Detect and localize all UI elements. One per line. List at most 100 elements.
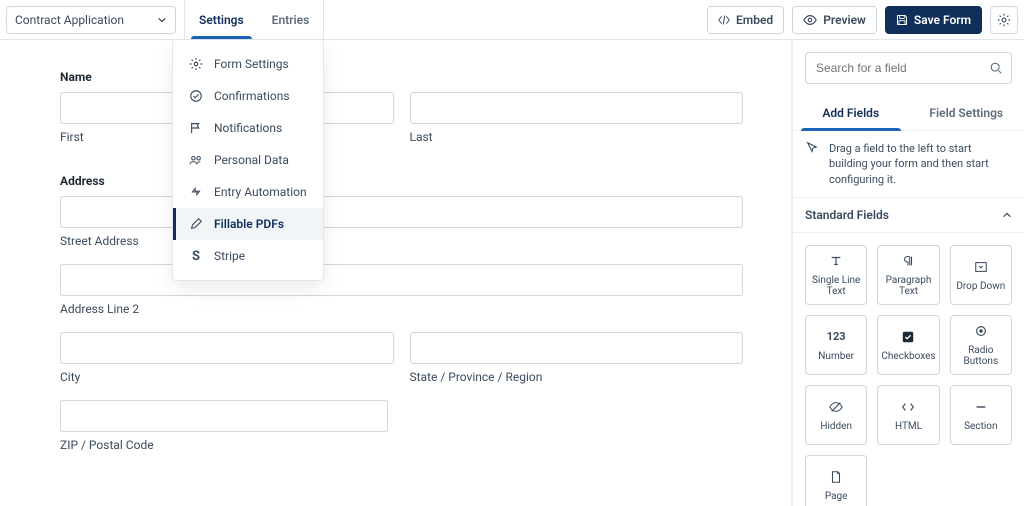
form-select[interactable]: Contract Application [6,6,176,34]
search-icon [989,61,1003,75]
menu-item-personal-data[interactable]: Personal Data [173,144,323,176]
field-grid: Single Line Text Paragraph Text Drop Dow… [793,233,1024,506]
code-icon [718,14,730,26]
tab-label: Entries [272,13,310,27]
tab-label: Add Fields [822,106,879,120]
field-label: Checkboxes [881,351,935,362]
field-page[interactable]: Page [805,455,867,506]
field-label: Name [60,70,743,84]
menu-item-label: Personal Data [214,153,289,167]
section-label: Standard Fields [805,208,889,222]
menu-item-fillable-pdfs[interactable]: Fillable PDFs [173,208,323,240]
menu-item-label: Stripe [214,249,245,263]
field-label: Radio Buttons [951,345,1011,367]
right-panel: Add Fields Field Settings Drag a field t… [792,40,1024,506]
stripe-icon: S [188,248,204,264]
state-input[interactable] [410,332,744,364]
radio-icon [973,323,989,339]
menu-item-entry-automation[interactable]: Entry Automation [173,176,323,208]
field-drop-down[interactable]: Drop Down [950,245,1012,305]
field-label: Number [818,351,854,362]
gear-icon [188,56,204,72]
zip-input[interactable] [60,400,388,432]
field-hidden[interactable]: Hidden [805,385,867,445]
chevron-up-icon [1002,210,1012,220]
menu-item-label: Notifications [214,121,282,135]
hint-text: Drag a field to the left to start buildi… [829,141,1012,187]
street-address-input[interactable] [60,196,743,228]
search-input[interactable] [814,60,989,76]
city-input[interactable] [60,332,394,364]
menu-item-form-settings[interactable]: Form Settings [173,48,323,80]
field-radio-buttons[interactable]: Radio Buttons [950,315,1012,375]
minus-icon [973,399,989,415]
flag-icon [188,120,204,136]
menu-item-confirmations[interactable]: Confirmations [173,80,323,112]
embed-button[interactable]: Embed [707,6,784,34]
form-canvas: Name First Last Address Street Address A… [0,40,792,506]
cursor-icon [805,141,819,187]
field-label: Drop Down [956,281,1005,292]
field-address: Address Street Address Address Line 2 Ci… [60,174,743,452]
right-panel-tabs: Add Fields Field Settings [793,96,1024,131]
dropdown-icon [973,259,989,275]
sublabel-line2: Address Line 2 [60,302,743,316]
field-section[interactable]: Section [950,385,1012,445]
button-label: Preview [823,13,866,27]
code-icon [900,399,916,415]
form-options-button[interactable] [990,6,1018,34]
tab-field-settings[interactable]: Field Settings [909,96,1024,130]
save-icon [896,14,908,26]
text-icon [828,253,844,269]
tab-settings[interactable]: Settings [185,0,258,39]
tab-entries[interactable]: Entries [258,0,324,39]
field-label: Paragraph Text [878,275,938,297]
page-icon [828,469,844,485]
number-icon: 123 [828,329,844,345]
panel-hint: Drag a field to the left to start buildi… [793,131,1024,198]
automation-icon [188,184,204,200]
section-standard-fields[interactable]: Standard Fields [793,198,1024,233]
main: Name First Last Address Street Address A… [0,40,1024,506]
menu-item-label: Confirmations [214,89,290,103]
field-label: HTML [895,421,922,432]
sublabel-city: City [60,370,394,384]
field-checkboxes[interactable]: Checkboxes [877,315,939,375]
address-line2-input[interactable] [60,264,743,296]
field-label: Page [825,491,848,502]
check-circle-icon [188,88,204,104]
pilcrow-icon [900,253,916,269]
preview-button[interactable]: Preview [792,6,877,34]
last-name-input[interactable] [410,92,744,124]
menu-item-label: Fillable PDFs [214,217,284,231]
checkbox-icon [900,329,916,345]
pen-icon [188,216,204,232]
field-html[interactable]: HTML [877,385,939,445]
menu-item-label: Form Settings [214,57,289,71]
people-icon [188,152,204,168]
menu-item-stripe[interactable]: S Stripe [173,240,323,272]
field-label: Section [964,421,997,432]
field-single-line-text[interactable]: Single Line Text [805,245,867,305]
topbar: Contract Application Settings Entries Em… [0,0,1024,40]
save-button[interactable]: Save Form [885,6,982,34]
gear-icon [997,13,1011,27]
field-paragraph-text[interactable]: Paragraph Text [877,245,939,305]
form-select-label: Contract Application [15,13,124,27]
field-name: Name First Last [60,70,743,144]
sublabel-zip: ZIP / Postal Code [60,438,388,452]
sublabel-street: Street Address [60,234,743,248]
field-number[interactable]: 123 Number [805,315,867,375]
field-label: Hidden [820,421,852,432]
tab-label: Field Settings [929,106,1003,120]
settings-dropdown: Form Settings Confirmations Notification… [172,40,324,281]
menu-item-label: Entry Automation [214,185,307,199]
hidden-icon [828,399,844,415]
eye-icon [803,13,817,27]
main-tabs: Settings Entries [184,0,324,39]
tab-add-fields[interactable]: Add Fields [793,96,909,130]
menu-item-notifications[interactable]: Notifications [173,112,323,144]
button-label: Save Form [914,13,971,27]
search-field[interactable] [805,52,1012,84]
field-label: Single Line Text [806,275,866,297]
